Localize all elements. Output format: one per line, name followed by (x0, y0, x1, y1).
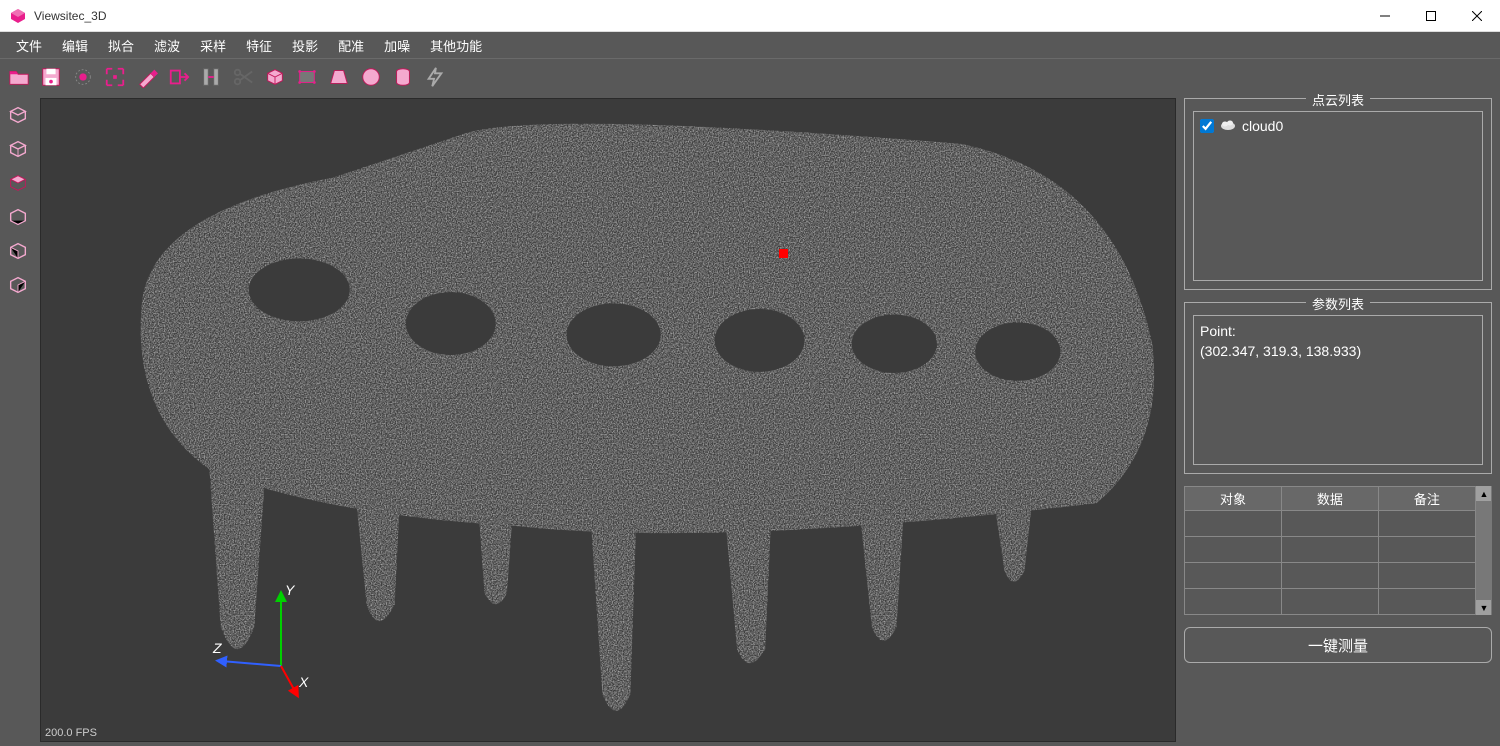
menu-register[interactable]: 配准 (328, 33, 374, 58)
selected-point-marker (779, 249, 788, 258)
right-panel: 点云列表 cloud0 参数列表 Point: (302.347, 319.3,… (1180, 94, 1500, 746)
view-bottom-icon[interactable] (5, 204, 31, 230)
cloud-list-title: 点云列表 (1306, 94, 1370, 109)
paint-icon[interactable] (134, 64, 160, 90)
cloud-visibility-checkbox[interactable] (1200, 119, 1214, 133)
point-coords: (302.347, 319.3, 138.933) (1200, 342, 1476, 362)
app-window: Viewsitec_3D 文件 编辑 拟合 滤波 采样 特征 投影 配准 加噪 … (0, 0, 1500, 746)
view-left-icon[interactable] (5, 238, 31, 264)
svg-text:Y: Y (285, 582, 296, 598)
left-toolbar (0, 94, 36, 746)
menu-edit[interactable]: 编辑 (52, 33, 98, 58)
menu-bar: 文件 编辑 拟合 滤波 采样 特征 投影 配准 加噪 其他功能 (0, 32, 1500, 58)
close-button[interactable] (1454, 0, 1500, 32)
maximize-button[interactable] (1408, 0, 1454, 32)
circle-icon[interactable] (358, 64, 384, 90)
main-area: Y Z X 200.0 FPS 点云列表 cloud0 (0, 94, 1500, 746)
table-row[interactable] (1185, 563, 1476, 589)
menu-fit[interactable]: 拟合 (98, 33, 144, 58)
param-list: Point: (302.347, 319.3, 138.933) (1193, 315, 1483, 465)
table-scrollbar[interactable]: ▲ ▼ (1476, 486, 1492, 615)
menu-file[interactable]: 文件 (6, 33, 52, 58)
one-click-measure-button[interactable]: 一键测量 (1184, 627, 1492, 663)
param-list-group: 参数列表 Point: (302.347, 319.3, 138.933) (1184, 302, 1492, 474)
in-out-icon[interactable] (166, 64, 192, 90)
cylinder-icon[interactable] (390, 64, 416, 90)
window-controls (1362, 0, 1500, 32)
data-table-group: 对象 数据 备注 ▲ ▼ (1184, 486, 1492, 615)
scroll-down-icon[interactable]: ▼ (1476, 600, 1491, 615)
menu-noise[interactable]: 加噪 (374, 33, 420, 58)
scissors-icon[interactable] (230, 64, 256, 90)
open-folder-icon[interactable] (6, 64, 32, 90)
title-bar: Viewsitec_3D (0, 0, 1500, 32)
axis-gizmo: Y Z X (211, 581, 331, 701)
view-top-icon[interactable] (5, 170, 31, 196)
svg-text:X: X (298, 674, 309, 690)
menu-sample[interactable]: 采样 (190, 33, 236, 58)
cloud-icon (1220, 118, 1236, 134)
minimize-button[interactable] (1362, 0, 1408, 32)
point-label: Point: (1200, 322, 1476, 342)
cloud-list[interactable]: cloud0 (1193, 111, 1483, 281)
view-back-icon[interactable] (5, 136, 31, 162)
cloud-list-item[interactable]: cloud0 (1200, 118, 1476, 134)
app-logo-icon (10, 8, 26, 24)
bolt-icon[interactable] (422, 64, 448, 90)
view-front-icon[interactable] (5, 102, 31, 128)
save-icon[interactable] (38, 64, 64, 90)
measure-icon[interactable] (198, 64, 224, 90)
cloud-name: cloud0 (1242, 118, 1283, 134)
col-object[interactable]: 对象 (1185, 487, 1282, 511)
window-title: Viewsitec_3D (34, 9, 1362, 23)
scroll-up-icon[interactable]: ▲ (1476, 486, 1491, 501)
param-list-title: 参数列表 (1306, 294, 1370, 313)
table-row[interactable] (1185, 511, 1476, 537)
cube-icon[interactable] (262, 64, 288, 90)
select-icon[interactable] (102, 64, 128, 90)
cloud-list-group: 点云列表 cloud0 (1184, 98, 1492, 290)
reset-icon[interactable] (70, 64, 96, 90)
view-right-icon[interactable] (5, 272, 31, 298)
menu-other[interactable]: 其他功能 (420, 33, 492, 58)
table-row[interactable] (1185, 537, 1476, 563)
3d-viewport[interactable]: Y Z X 200.0 FPS (40, 98, 1176, 742)
main-toolbar (0, 58, 1500, 94)
menu-filter[interactable]: 滤波 (144, 33, 190, 58)
table-row[interactable] (1185, 589, 1476, 615)
data-table[interactable]: 对象 数据 备注 (1184, 486, 1476, 615)
rectangle-icon[interactable] (294, 64, 320, 90)
fps-readout: 200.0 FPS (45, 727, 97, 739)
col-data[interactable]: 数据 (1281, 487, 1378, 511)
menu-project[interactable]: 投影 (282, 33, 328, 58)
menu-feature[interactable]: 特征 (236, 33, 282, 58)
trapezoid-icon[interactable] (326, 64, 352, 90)
svg-text:Z: Z (212, 640, 222, 656)
col-note[interactable]: 备注 (1378, 487, 1475, 511)
